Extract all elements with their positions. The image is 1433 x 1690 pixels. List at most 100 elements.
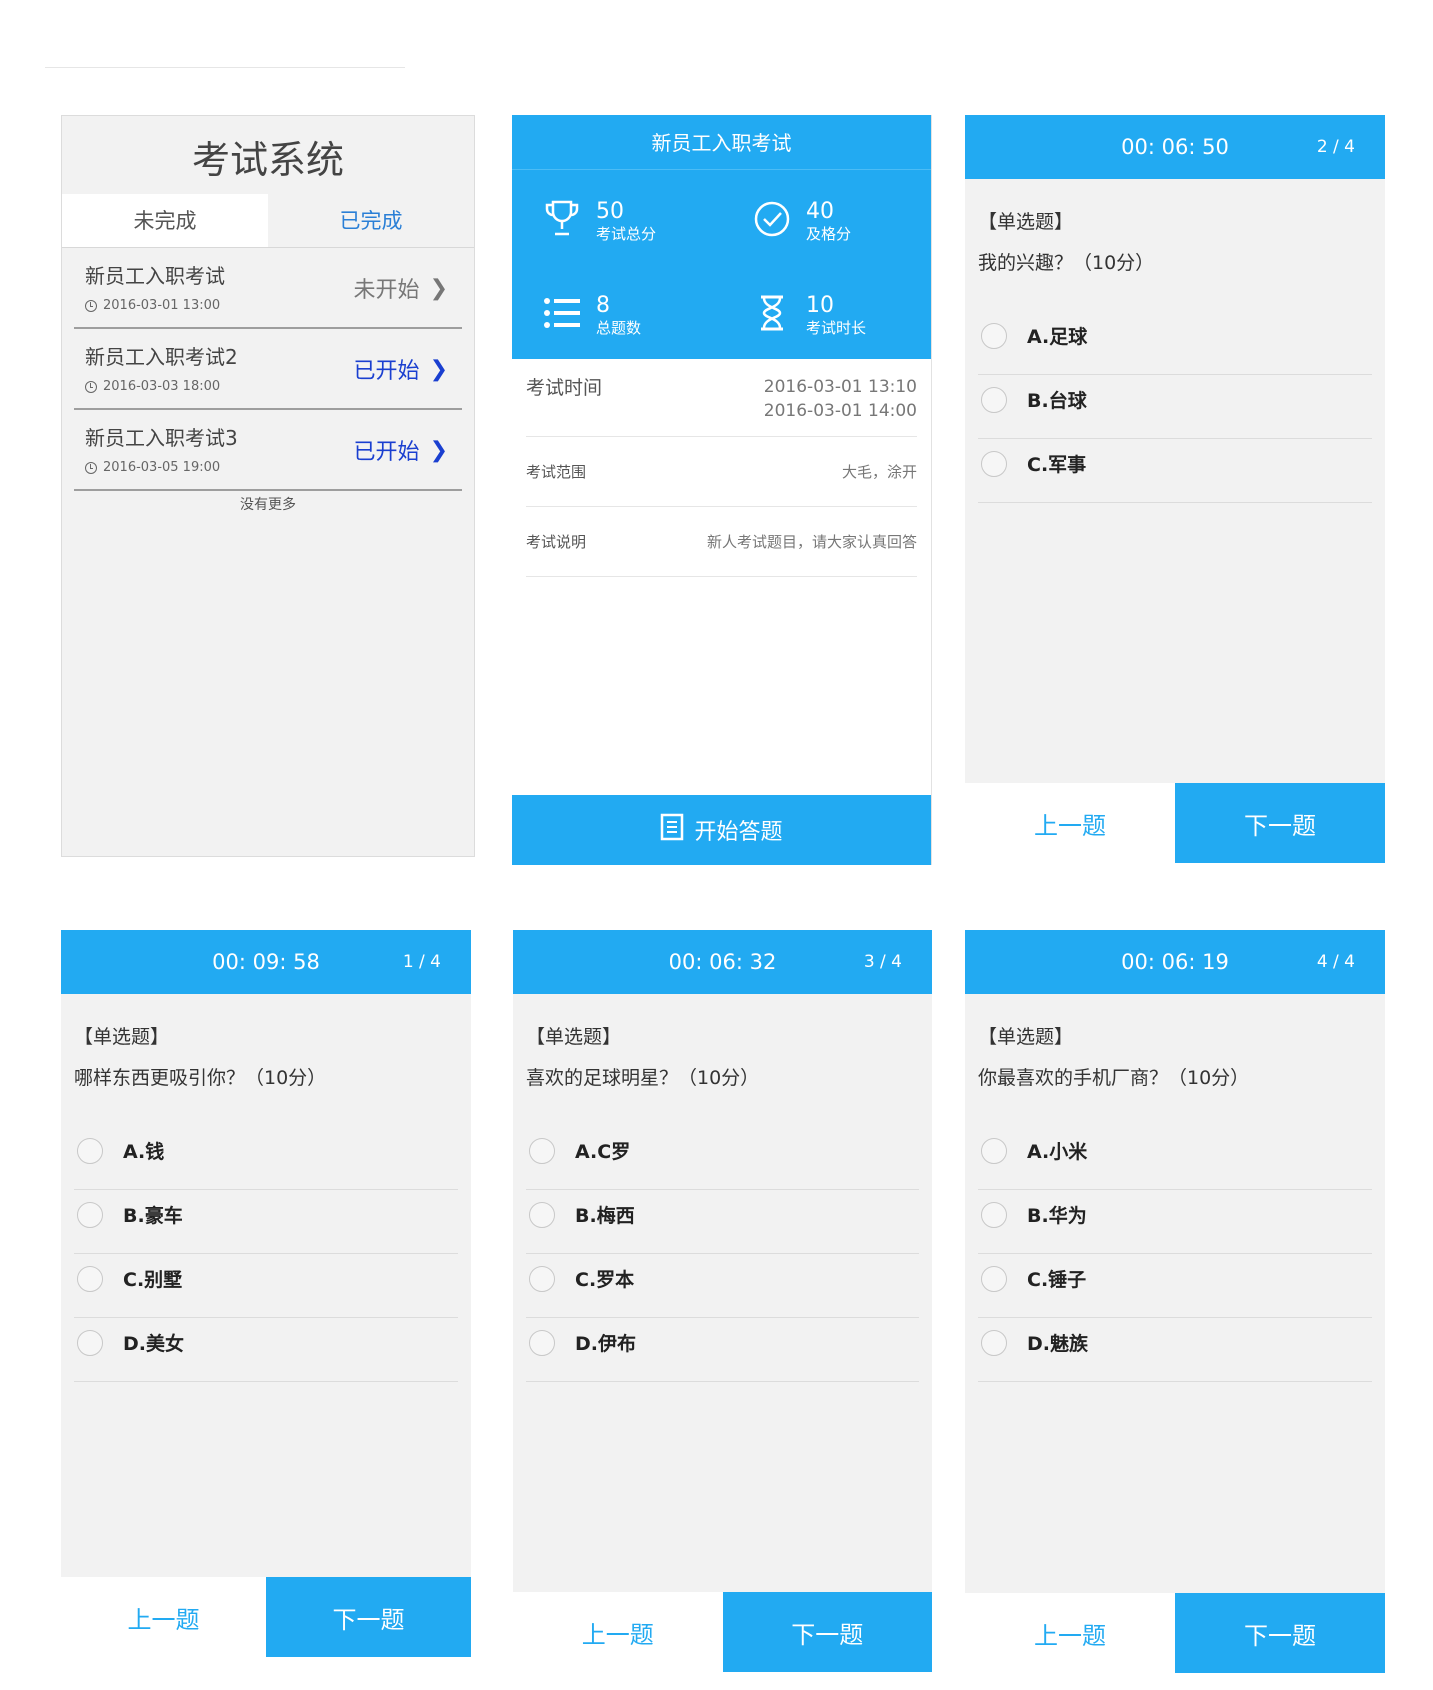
radio-button[interactable]: [981, 450, 1007, 477]
exam-name: 新员工入职考试3: [85, 426, 238, 450]
exam-list-screen: 考试系统 未完成 已完成 新员工入职考试 2016-03-01 13:00 未开…: [61, 115, 475, 857]
stat-label: 考试时长: [806, 319, 867, 337]
question-text: 喜欢的足球明星？（10分）: [526, 1067, 760, 1089]
exam-time-start: 2016-03-01 13:10: [763, 377, 917, 397]
radio-button[interactable]: [77, 1329, 103, 1356]
next-question-button[interactable]: 下一题: [1175, 1593, 1385, 1673]
option-label: C.罗本: [575, 1269, 635, 1291]
stat-value: 40: [806, 199, 834, 224]
radio-button[interactable]: [981, 1329, 1007, 1356]
exam-list-item[interactable]: 新员工入职考试3 2016-03-05 19:00 已开始 ❯: [74, 410, 462, 491]
question-type: 【单选题】: [526, 1026, 622, 1048]
exam-list-item[interactable]: 新员工入职考试2 2016-03-03 18:00 已开始 ❯: [74, 329, 462, 410]
option-label: A.小米: [1027, 1141, 1088, 1163]
option-label: D.美女: [123, 1333, 184, 1355]
question-progress: 2 / 4: [1316, 137, 1355, 157]
exam-status-text: 未开始: [353, 278, 420, 303]
question-screen: 00: 06: 19 4 / 4 【单选题】 你最喜欢的手机厂商？（10分） A…: [965, 930, 1385, 1673]
exam-scope-value: 大毛，涂开: [841, 463, 917, 481]
exam-scope-label: 考试范围: [526, 463, 587, 481]
exam-date-text: 2016-03-03 18:00: [103, 379, 221, 394]
radio-button[interactable]: [981, 1137, 1007, 1164]
question-type: 【单选题】: [978, 211, 1074, 233]
stat-total-score: 50 考试总分: [542, 199, 656, 243]
radio-button[interactable]: [77, 1265, 103, 1292]
answer-option[interactable]: C.军事: [978, 425, 1372, 503]
radio-button[interactable]: [529, 1265, 555, 1292]
answer-option[interactable]: D.魅族: [978, 1304, 1372, 1382]
option-label: B.豪车: [123, 1205, 183, 1227]
tab-unfinished[interactable]: 未完成: [62, 194, 268, 247]
exam-date: 2016-03-03 18:00: [85, 379, 220, 394]
question-nav: 上一题 下一题: [965, 1593, 1385, 1673]
question-progress: 1 / 4: [402, 952, 441, 972]
prev-question-button[interactable]: 上一题: [513, 1592, 723, 1672]
exam-status-text: 已开始: [353, 359, 420, 384]
radio-button[interactable]: [77, 1201, 103, 1228]
radio-button[interactable]: [529, 1201, 555, 1228]
question-nav: 上一题 下一题: [61, 1577, 471, 1657]
divider: [45, 67, 405, 68]
prev-question-button[interactable]: 上一题: [965, 1593, 1175, 1673]
exam-name: 新员工入职考试2: [85, 345, 238, 369]
radio-button[interactable]: [529, 1329, 555, 1356]
document-icon: [660, 813, 684, 847]
exam-status: 已开始 ❯: [354, 353, 448, 385]
option-label: A.钱: [123, 1141, 165, 1163]
exam-date-text: 2016-03-05 19:00: [103, 460, 221, 475]
next-question-button[interactable]: 下一题: [722, 1592, 932, 1672]
stat-value: 10: [806, 293, 834, 318]
question-type: 【单选题】: [978, 1026, 1074, 1048]
option-label: C.军事: [1027, 454, 1087, 476]
question-header: 00: 06: 19 4 / 4: [965, 930, 1385, 994]
stat-duration: 10 考试时长: [752, 293, 866, 337]
stat-label: 总题数: [596, 319, 642, 337]
stat-question-count: 8 总题数: [542, 293, 641, 337]
option-label: D.伊布: [575, 1333, 636, 1355]
start-exam-button[interactable]: 开始答题: [512, 795, 931, 865]
radio-button[interactable]: [981, 1201, 1007, 1228]
radio-button[interactable]: [77, 1137, 103, 1164]
option-label: C.别墅: [123, 1269, 183, 1291]
question-text: 哪样东西更吸引你？（10分）: [74, 1067, 327, 1089]
radio-button[interactable]: [981, 322, 1007, 349]
question-body: 【单选题】 喜欢的足球明星？（10分） A.C罗 B.梅西 C.罗本 D.伊布: [513, 994, 932, 1382]
question-body: 【单选题】 哪样东西更吸引你？（10分） A.钱 B.豪车 C.别墅 D.美女: [61, 994, 471, 1382]
next-question-button[interactable]: 下一题: [1175, 783, 1385, 863]
exam-detail-screen: 新员工入职考试 50 考试总分 40 及格分 8 总题数 10 考试时长 考试时…: [512, 115, 932, 865]
exam-time-end: 2016-03-01 14:00: [763, 401, 917, 421]
stat-label: 考试总分: [596, 225, 657, 243]
answer-option[interactable]: D.伊布: [526, 1304, 919, 1382]
question-nav: 上一题 下一题: [965, 783, 1385, 863]
option-label: B.台球: [1027, 390, 1087, 412]
question-header: 00: 06: 50 2 / 4: [965, 115, 1385, 179]
exam-list-item[interactable]: 新员工入职考试 2016-03-01 13:00 未开始 ❯: [74, 248, 462, 329]
next-question-button[interactable]: 下一题: [266, 1577, 471, 1657]
question-progress: 4 / 4: [1316, 952, 1355, 972]
tab-finished[interactable]: 已完成: [268, 194, 474, 247]
radio-button[interactable]: [529, 1137, 555, 1164]
radio-button[interactable]: [981, 386, 1007, 413]
exam-status-text: 已开始: [353, 440, 420, 465]
clock-icon: [85, 299, 97, 312]
question-body: 【单选题】 你最喜欢的手机厂商？（10分） A.小米 B.华为 C.锤子 D.魅…: [965, 994, 1385, 1382]
answer-option[interactable]: D.美女: [74, 1304, 458, 1382]
prev-question-button[interactable]: 上一题: [965, 783, 1175, 863]
exam-name: 新员工入职考试: [85, 264, 225, 288]
exam-scope-row: 考试范围 大毛，涂开: [526, 437, 917, 507]
radio-button[interactable]: [981, 1265, 1007, 1292]
question-header: 00: 09: 58 1 / 4: [61, 930, 471, 994]
question-progress: 3 / 4: [863, 952, 902, 972]
option-label: C.锤子: [1027, 1269, 1087, 1291]
question-type: 【单选题】: [74, 1026, 170, 1048]
stat-pass-score: 40 及格分: [752, 199, 851, 243]
option-label: A.C罗: [575, 1141, 631, 1163]
question-screen: 00: 06: 32 3 / 4 【单选题】 喜欢的足球明星？（10分） A.C…: [513, 930, 932, 1672]
question-header: 00: 06: 32 3 / 4: [513, 930, 932, 994]
prev-question-button[interactable]: 上一题: [61, 1577, 266, 1657]
option-list: A.小米 B.华为 C.锤子 D.魅族: [978, 1112, 1372, 1382]
option-label: B.华为: [1027, 1205, 1087, 1227]
stat-label: 及格分: [806, 225, 852, 243]
chevron-right-icon: ❯: [429, 275, 448, 301]
option-list: A.足球 B.台球 C.军事: [978, 297, 1372, 503]
